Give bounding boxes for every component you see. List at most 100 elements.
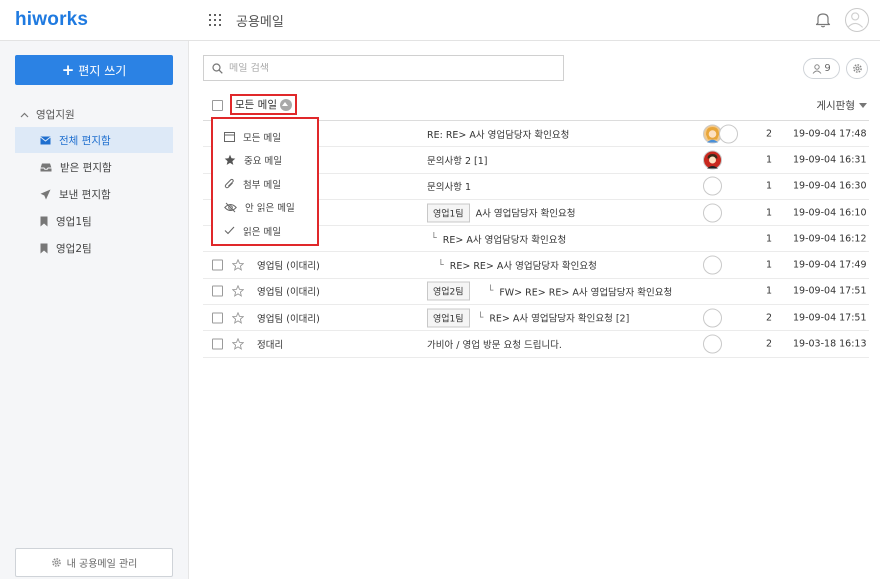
mail-filter-toggle[interactable]: 모든 메일 xyxy=(230,94,297,115)
apps-grid-icon[interactable] xyxy=(209,14,221,26)
mail-date: 19-09-04 17:48 xyxy=(793,128,867,140)
mailbox-section-header[interactable]: 영업지원 xyxy=(20,107,75,122)
bell-icon[interactable] xyxy=(815,11,831,28)
calendar-icon xyxy=(224,131,235,142)
star-outline-icon[interactable] xyxy=(232,285,244,298)
filter-option-attachment[interactable]: 첨부 메일 xyxy=(213,172,317,196)
team-tag[interactable]: 영업2팀 xyxy=(427,281,470,301)
avatar-red-icon xyxy=(703,150,722,170)
assignee-avatars xyxy=(703,255,722,275)
sidebar-item-sent[interactable]: 보낸 편지함 xyxy=(15,181,173,207)
mail-sender: 영업팀 (이대리) xyxy=(257,261,320,273)
sidebar-item-label: 영업2팀 xyxy=(56,242,92,255)
mail-subject[interactable]: └ RE> A사 영업담당자 확인요청 xyxy=(427,232,566,246)
mail-sender: 정대리 xyxy=(257,340,284,352)
filter-option-important[interactable]: 중요 메일 xyxy=(213,149,317,173)
star-outline-icon[interactable] xyxy=(232,259,244,271)
chevron-up-icon xyxy=(20,112,29,117)
subject-text: A사 영업담당자 확인요청 xyxy=(475,208,576,220)
mail-subject[interactable]: 문의사항 1 xyxy=(427,179,471,193)
sidebar-item-all-mail[interactable]: 전체 편지함 xyxy=(15,127,173,153)
mail-date: 19-09-04 16:30 xyxy=(793,180,867,192)
settings-button[interactable] xyxy=(846,58,868,79)
assignee-avatars xyxy=(703,124,738,144)
filter-option-label: 읽은 메일 xyxy=(243,226,281,238)
top-header: hiworks 공용메일 xyxy=(0,0,880,41)
sidebar: + 편지 쓰기 영업지원 전체 편지함 받은 편지함 보낸 편지함 영업1팀 영… xyxy=(0,41,189,579)
filter-option-label: 모든 메일 xyxy=(243,132,281,144)
user-avatar[interactable] xyxy=(845,8,869,32)
eye-slash-icon xyxy=(224,202,237,213)
mail-row[interactable]: 영업팀 (이대리) 영업1팀 └ RE> A사 영업담당자 확인요청 [2] 2… xyxy=(203,305,869,332)
caret-up-icon xyxy=(279,98,292,111)
avatar xyxy=(703,176,722,196)
compose-label: 편지 쓰기 xyxy=(78,63,127,78)
mail-checkbox[interactable] xyxy=(212,338,223,350)
filter-option-all[interactable]: 모든 메일 xyxy=(213,125,317,149)
team-tag[interactable]: 영업1팀 xyxy=(427,203,470,223)
check-icon xyxy=(224,226,235,235)
inbox-icon xyxy=(40,163,52,171)
view-mode-select[interactable]: 게시판형 xyxy=(816,98,867,113)
mail-subject[interactable]: 영업2팀 └ FW> RE> RE> A사 영업담당자 확인요청 xyxy=(427,281,672,301)
mail-date: 19-09-04 17:51 xyxy=(793,285,867,297)
logo[interactable]: hiworks xyxy=(15,9,88,31)
paper-plane-icon xyxy=(40,189,51,199)
paperclip-icon xyxy=(224,178,234,189)
assignee-avatars xyxy=(703,176,722,196)
search-box xyxy=(203,55,564,81)
reply-indent-icon: └ xyxy=(477,312,484,324)
reply-count: 1 xyxy=(766,154,773,166)
team-tag[interactable]: 영업1팀 xyxy=(427,308,470,328)
subject-text: RE> A사 영업담당자 확인요청 xyxy=(442,234,567,246)
mail-checkbox[interactable] xyxy=(212,312,223,324)
mail-subject[interactable]: 문의사항 2 [1] xyxy=(427,153,488,167)
filter-option-read[interactable]: 읽은 메일 xyxy=(213,219,317,243)
reply-count: 2 xyxy=(766,128,773,140)
subject-text: 문의사항 2 [1] xyxy=(427,155,488,167)
sidebar-item-sales-team-1[interactable]: 영업1팀 xyxy=(15,208,173,234)
reply-count: 1 xyxy=(766,180,773,192)
star-outline-icon[interactable] xyxy=(232,311,244,324)
mail-subject[interactable]: RE: RE> A사 영업담당자 확인요청 xyxy=(427,127,569,141)
sidebar-item-sales-team-2[interactable]: 영업2팀 xyxy=(15,235,173,261)
subject-text: RE> RE> A사 영업담당자 확인요청 xyxy=(449,261,597,273)
mail-subject[interactable]: 가비아 / 영업 방문 요청 드립니다. xyxy=(427,337,562,351)
caret-down-icon xyxy=(859,103,867,108)
assignee-avatars xyxy=(703,203,722,223)
filter-label: 모든 메일 xyxy=(235,99,277,111)
mail-checkbox[interactable] xyxy=(212,285,223,297)
bookmark-icon xyxy=(40,216,48,226)
select-all-checkbox[interactable] xyxy=(212,100,223,111)
reply-count: 2 xyxy=(766,312,773,324)
reply-indent-icon: └ xyxy=(487,285,494,297)
mail-row[interactable]: 정대리 가비아 / 영업 방문 요청 드립니다. 2 19-03-18 16:1… xyxy=(203,331,869,358)
subject-text: 문의사항 1 xyxy=(427,182,472,194)
manage-shared-mail-button[interactable]: 내 공용메일 관리 xyxy=(15,548,173,577)
filter-option-label: 안 읽은 메일 xyxy=(245,203,295,215)
mail-row[interactable]: 영업팀 (이대리) └ RE> RE> A사 영업담당자 확인요청 1 19-0… xyxy=(203,252,869,279)
sidebar-item-label: 영업1팀 xyxy=(56,215,92,228)
subject-text: RE: RE> A사 영업담당자 확인요청 xyxy=(427,129,570,141)
star-outline-icon[interactable] xyxy=(232,338,244,350)
reply-count: 1 xyxy=(766,285,773,297)
mail-row[interactable]: 영업팀 (이대리) 영업2팀 └ FW> RE> RE> A사 영업담당자 확인… xyxy=(203,279,869,306)
sidebar-item-inbox[interactable]: 받은 편지함 xyxy=(15,154,173,180)
mail-date: 19-09-04 16:31 xyxy=(793,154,867,166)
member-count-button[interactable]: 9 xyxy=(803,58,840,79)
mail-checkbox[interactable] xyxy=(212,259,223,271)
plus-icon: + xyxy=(61,60,75,79)
reply-count: 1 xyxy=(766,207,773,219)
assignee-avatars xyxy=(703,334,722,354)
subject-text: RE> A사 영업담당자 확인요청 [2] xyxy=(489,313,630,325)
gear-icon xyxy=(51,558,61,567)
compose-button[interactable]: + 편지 쓰기 xyxy=(15,55,173,85)
mail-subject[interactable]: 영업1팀 └ RE> A사 영업담당자 확인요청 [2] xyxy=(427,308,630,328)
section-label: 영업지원 xyxy=(36,109,75,121)
mail-subject[interactable]: 영업1팀 A사 영업담당자 확인요청 xyxy=(427,203,576,223)
view-mode-label: 게시판형 xyxy=(816,100,855,112)
subject-text: 가비아 / 영업 방문 요청 드립니다. xyxy=(427,340,562,352)
mail-subject[interactable]: └ RE> RE> A사 영업담당자 확인요청 xyxy=(427,258,597,273)
filter-option-unread[interactable]: 안 읽은 메일 xyxy=(213,196,317,220)
search-input[interactable] xyxy=(229,62,549,74)
